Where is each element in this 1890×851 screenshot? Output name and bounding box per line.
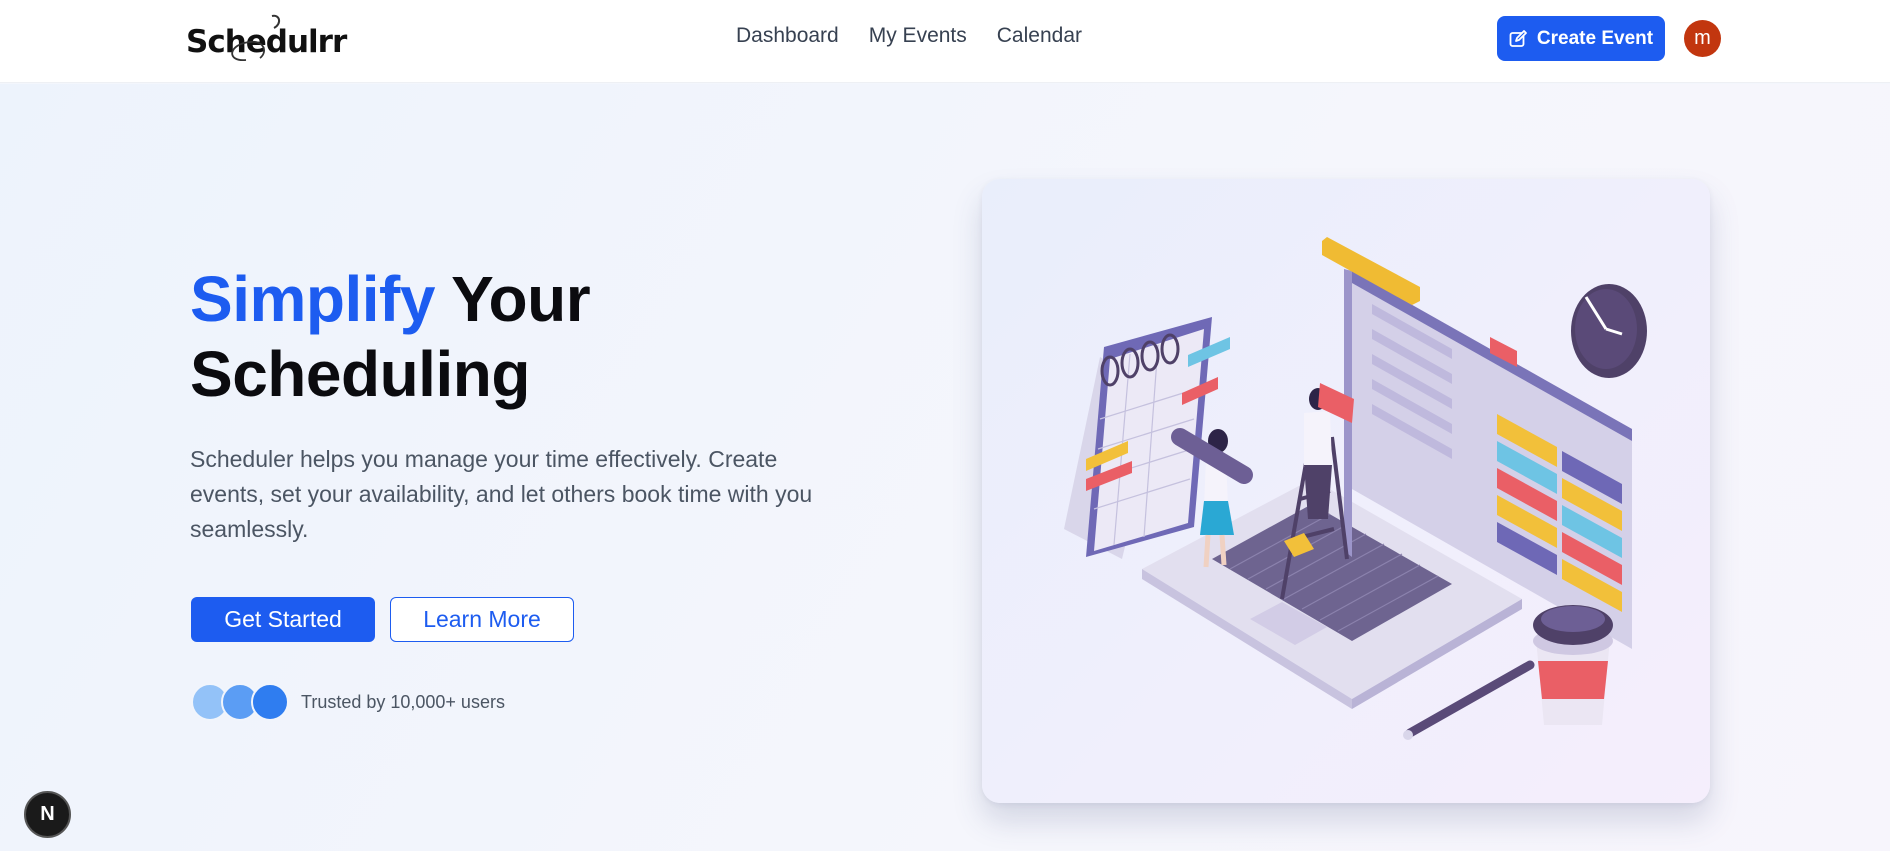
user-avatar[interactable]: m: [1684, 20, 1721, 57]
headline-word-scheduling: Scheduling: [190, 338, 530, 410]
create-event-button[interactable]: Create Event: [1497, 16, 1665, 61]
hero-headline: Simplify Your Scheduling: [190, 262, 810, 412]
nav-dashboard[interactable]: Dashboard: [736, 24, 839, 48]
edit-icon: [1509, 29, 1527, 47]
trusted-by: Trusted by 10,000+ users: [191, 682, 505, 722]
headline-accent: Simplify: [190, 263, 435, 335]
hero-illustration-card: [982, 179, 1710, 803]
logo[interactable]: Schedulrr: [186, 10, 347, 68]
learn-more-button[interactable]: Learn More: [390, 597, 574, 642]
trusted-text: Trusted by 10,000+ users: [301, 691, 505, 712]
get-started-button[interactable]: Get Started: [191, 597, 375, 642]
nav-calendar[interactable]: Calendar: [997, 24, 1082, 48]
nextjs-icon[interactable]: N: [24, 791, 71, 838]
hero-description: Scheduler helps you manage your time eff…: [190, 446, 813, 542]
user-avatar-3: [251, 683, 289, 721]
nav-my-events[interactable]: My Events: [869, 24, 967, 48]
top-navbar: Schedulrr Dashboard My Events Calendar C…: [0, 0, 1890, 83]
logo-swoosh-icon: [231, 14, 280, 61]
create-event-label: Create Event: [1536, 27, 1654, 49]
headline-word-your: Your: [451, 263, 591, 335]
main-nav: Dashboard My Events Calendar: [736, 24, 1082, 48]
scheduling-illustration: [1064, 237, 1647, 740]
